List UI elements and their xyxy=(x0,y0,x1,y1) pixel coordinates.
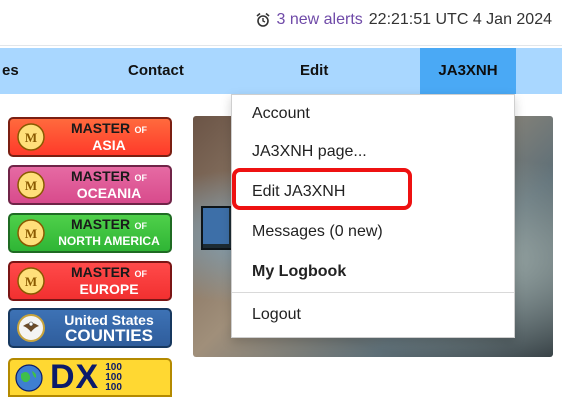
badge-line2: COUNTIES xyxy=(65,326,153,345)
badge-line1: MASTER xyxy=(70,120,131,136)
svg-text:M: M xyxy=(25,130,37,145)
eagle-seal-icon xyxy=(17,314,45,342)
badge-text: United States COUNTIES xyxy=(48,313,170,345)
svg-text:M: M xyxy=(25,178,37,193)
badge-text: MASTER OF ASIA xyxy=(48,121,170,153)
medal-icon: M xyxy=(17,219,45,247)
alerts-link[interactable]: 3 new alerts xyxy=(277,11,363,29)
datetime-text: 22:21:51 UTC 4 Jan 2024 xyxy=(368,11,552,28)
alarm-clock-icon xyxy=(255,12,270,27)
badge-line2: EUROPE xyxy=(79,281,139,297)
badge-text: MASTER OF OCEANIA xyxy=(48,169,170,201)
badge-of: OF xyxy=(134,173,148,183)
medal-icon: M xyxy=(17,267,45,295)
nav-item-partial[interactable]: es xyxy=(2,48,19,94)
alerts-area: 3 new alerts 22:21:51 UTC 4 Jan 2024 xyxy=(255,11,552,29)
badge-master-oceania[interactable]: M MASTER OF OCEANIA xyxy=(8,165,172,205)
medal-icon: M xyxy=(17,171,45,199)
badge-of: OF xyxy=(134,269,148,279)
menu-item-account[interactable]: Account xyxy=(232,96,514,132)
badge-line2: ASIA xyxy=(92,137,126,153)
menu-item-logout[interactable]: Logout xyxy=(232,297,514,333)
dx-number: 100 xyxy=(105,381,122,393)
badge-dx-100[interactable]: DX 100 100 100 xyxy=(8,358,172,397)
dx-number: 100 xyxy=(105,361,122,373)
badge-of: OF xyxy=(134,125,148,135)
svg-text:M: M xyxy=(25,226,37,241)
badge-line1: MASTER xyxy=(70,168,131,184)
dx-numbers: 100 100 100 xyxy=(105,361,122,393)
user-dropdown-menu: Account JA3XNH page... Edit JA3XNH Messa… xyxy=(231,94,515,338)
badge-line1: MASTER xyxy=(70,264,131,280)
badge-line2: NORTH AMERICA xyxy=(58,234,160,248)
badge-master-asia[interactable]: M MASTER OF ASIA xyxy=(8,117,172,157)
photo-screen xyxy=(203,208,229,244)
badge-line1: MASTER xyxy=(70,216,131,232)
medal-icon: M xyxy=(17,123,45,151)
status-bar: 3 new alerts 22:21:51 UTC 4 Jan 2024 xyxy=(0,0,562,46)
dx-number: 100 xyxy=(105,371,122,383)
dx-label: DX xyxy=(50,358,100,396)
svg-text:M: M xyxy=(25,274,37,289)
badge-us-counties[interactable]: United States COUNTIES xyxy=(8,308,172,348)
nav-item-user[interactable]: JA3XNH xyxy=(420,48,516,94)
highlight-box xyxy=(232,168,412,210)
badge-master-north-america[interactable]: M MASTER OF NORTH AMERICA xyxy=(8,213,172,253)
nav-item-edit[interactable]: Edit xyxy=(300,48,328,94)
badge-master-europe[interactable]: M MASTER OF EUROPE xyxy=(8,261,172,301)
badge-of: OF xyxy=(134,221,148,231)
menu-item-my-logbook[interactable]: My Logbook xyxy=(232,254,514,290)
menu-item-user-page[interactable]: JA3XNH page... xyxy=(232,134,514,170)
badge-text: MASTER OF EUROPE xyxy=(48,265,170,297)
nav-bar: es Contact Edit JA3XNH xyxy=(0,48,562,94)
badge-line2: OCEANIA xyxy=(76,185,142,201)
menu-divider xyxy=(232,292,514,293)
nav-item-contact[interactable]: Contact xyxy=(128,48,184,94)
menu-item-messages[interactable]: Messages (0 new) xyxy=(232,214,514,250)
badge-text: MASTER OF NORTH AMERICA xyxy=(48,217,170,249)
globe-icon xyxy=(15,363,43,392)
